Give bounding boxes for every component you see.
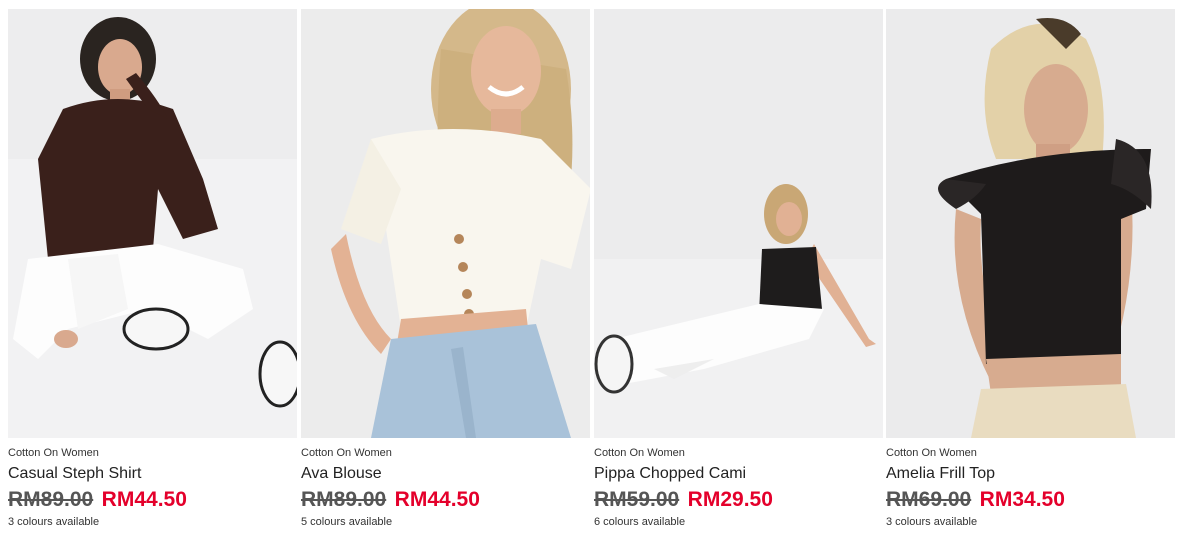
colours-available: 3 colours available [886,516,978,528]
price-row: RM89.00 RM44.50 [8,487,297,513]
product-image[interactable] [301,9,590,438]
product-image[interactable] [594,9,883,438]
colours-available: 5 colours available [301,516,393,528]
product-name[interactable]: Ava Blouse [301,464,590,484]
product-brand: Cotton On Women [886,447,977,459]
product-image[interactable] [886,9,1175,438]
original-price: RM69.00 [886,488,972,511]
product-image[interactable] [8,9,297,438]
product-brand: Cotton On Women [301,447,392,459]
product-card[interactable]: Cotton On Women Ava Blouse RM89.00 RM44.… [301,9,590,544]
price-row: RM69.00 RM34.50 [886,487,1175,513]
colours-available: 3 colours available [8,516,100,528]
product-card[interactable]: Cotton On Women Pippa Chopped Cami RM59.… [594,9,883,544]
price-row: RM59.00 RM29.50 [594,487,883,513]
sale-price: RM34.50 [979,488,1065,511]
price-row: RM89.00 RM44.50 [301,487,590,513]
colours-available: 6 colours available [594,516,686,528]
sale-price: RM44.50 [394,488,480,511]
product-name[interactable]: Casual Steph Shirt [8,464,297,484]
sale-price: RM29.50 [687,488,773,511]
original-price: RM89.00 [301,488,387,511]
original-price: RM89.00 [8,488,94,511]
product-name[interactable]: Pippa Chopped Cami [594,464,883,484]
original-price: RM59.00 [594,488,680,511]
product-grid: Cotton On Women Casual Steph Shirt RM89.… [0,0,1185,551]
sale-price: RM44.50 [101,488,187,511]
product-card[interactable]: Cotton On Women Amelia Frill Top RM69.00… [886,9,1175,544]
product-name[interactable]: Amelia Frill Top [886,464,1175,484]
product-brand: Cotton On Women [8,447,99,459]
product-card[interactable]: Cotton On Women Casual Steph Shirt RM89.… [8,9,297,544]
product-brand: Cotton On Women [594,447,685,459]
